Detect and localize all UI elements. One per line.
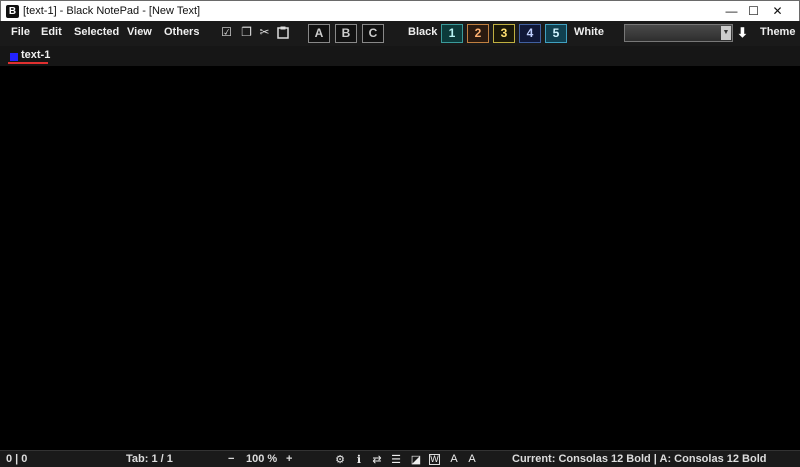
info-icon[interactable]: ℹ: [353, 453, 365, 466]
tab-label: text-1: [21, 49, 51, 61]
paste-icon[interactable]: [276, 26, 289, 39]
app-icon: B: [6, 5, 19, 18]
theme-2-button[interactable]: 2: [467, 24, 489, 43]
menu-view[interactable]: View: [127, 26, 152, 38]
contrast-icon[interactable]: ◪: [410, 453, 422, 466]
cut-icon[interactable]: ✂: [258, 26, 271, 39]
menu-selected[interactable]: Selected: [74, 26, 119, 38]
font-size-up-icon[interactable]: A: [448, 453, 460, 465]
list-icon[interactable]: ☰: [390, 453, 402, 466]
font-c-button[interactable]: C: [362, 24, 384, 43]
cursor-position: 0 | 0: [6, 453, 28, 465]
theme-black-button[interactable]: Black: [408, 26, 437, 38]
status-bar: 0 | 0 Tab: 1 / 1 − 100 % + ⚙ ℹ ⇄ ☰ ◪ W A…: [0, 450, 800, 467]
menu-file[interactable]: File: [11, 26, 30, 38]
tab-status-dot: [10, 53, 18, 61]
swap-icon[interactable]: ⇄: [371, 453, 383, 466]
tab-strip: text-1: [0, 46, 800, 66]
download-icon[interactable]: ⬇: [737, 25, 748, 41]
active-tab-indicator: [8, 62, 48, 64]
theme-white-button[interactable]: White: [574, 26, 604, 38]
chevron-down-icon[interactable]: ▼: [721, 26, 731, 40]
gear-icon[interactable]: ⚙: [334, 453, 346, 466]
menu-others[interactable]: Others: [164, 26, 199, 38]
zoom-out-button[interactable]: −: [228, 453, 234, 465]
font-size-down-icon[interactable]: A: [466, 453, 478, 465]
theme-button[interactable]: Theme: [760, 26, 795, 38]
theme-1-button[interactable]: 1: [441, 24, 463, 43]
theme-3-button[interactable]: 3: [493, 24, 515, 43]
text-editor[interactable]: [0, 66, 800, 450]
font-a-button[interactable]: A: [308, 24, 330, 43]
font-b-button[interactable]: B: [335, 24, 357, 43]
copy-icon[interactable]: ❐: [240, 26, 253, 39]
tab-count: Tab: 1 / 1: [126, 453, 173, 465]
font-info: Current: Consolas 12 Bold | A: Consolas …: [512, 453, 767, 465]
theme-dropdown[interactable]: ▼: [624, 24, 733, 42]
menu-edit[interactable]: Edit: [41, 26, 62, 38]
title-bar: B [text-1] - Black NotePad - [New Text] …: [0, 0, 800, 21]
word-wrap-icon[interactable]: W: [429, 454, 440, 465]
window-title: [text-1] - Black NotePad - [New Text]: [23, 5, 201, 17]
select-all-icon[interactable]: ☑: [220, 26, 233, 39]
theme-5-button[interactable]: 5: [545, 24, 567, 43]
close-button[interactable]: ✕: [755, 1, 800, 21]
zoom-level: 100 %: [246, 453, 278, 465]
toolbar: File Edit Selected View Others ☑ ❐ ✂ A B…: [0, 21, 800, 46]
theme-4-button[interactable]: 4: [519, 24, 541, 43]
zoom-in-button[interactable]: +: [286, 453, 292, 465]
